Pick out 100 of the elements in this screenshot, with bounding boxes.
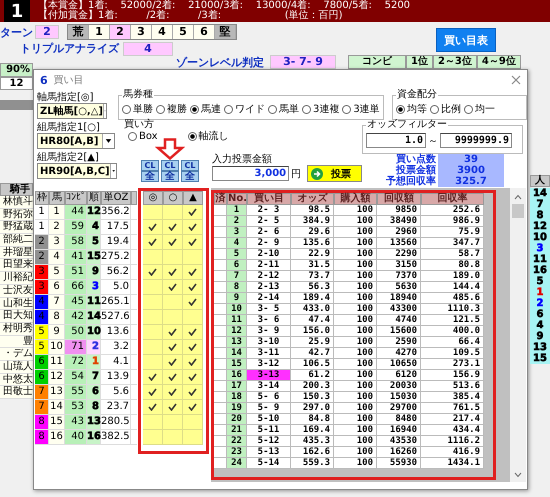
mark-cell[interactable] xyxy=(163,310,183,325)
mark-cell[interactable] xyxy=(183,295,203,310)
pattern-segment[interactable]: 3 xyxy=(131,25,152,39)
mark-cell[interactable] xyxy=(163,295,183,310)
mark-cell[interactable] xyxy=(163,370,183,385)
ticket-type-radio[interactable]: 馬単 xyxy=(268,102,299,116)
mark-cell[interactable] xyxy=(183,325,203,340)
mark-cell[interactable] xyxy=(143,385,163,400)
mark-cell[interactable] xyxy=(143,220,163,235)
scrollbar-thumb[interactable] xyxy=(512,204,524,218)
mark-cell[interactable] xyxy=(183,370,203,385)
mark-cell[interactable] xyxy=(163,415,183,430)
mark-cell[interactable] xyxy=(163,220,183,235)
pattern-segment[interactable]: 堅 xyxy=(215,25,236,39)
select-all-button[interactable]: 全 xyxy=(141,171,159,182)
vote-button[interactable]: 投票 xyxy=(307,165,362,182)
pattern-segment[interactable]: 4 xyxy=(152,25,173,39)
pattern-segment[interactable]: 1 xyxy=(89,25,110,39)
amount-field[interactable]: 3,000 xyxy=(212,166,290,181)
mark-cell[interactable] xyxy=(163,235,183,250)
clear-button[interactable]: CL xyxy=(141,160,159,171)
allocation-radio[interactable]: 均一 xyxy=(464,102,495,116)
mark-cell[interactable] xyxy=(183,310,203,325)
stake-cell: 100 xyxy=(334,249,377,260)
dropdown[interactable]: HR90[A,B,C] xyxy=(37,163,117,179)
clear-button[interactable]: CL xyxy=(181,160,199,171)
pattern-segment[interactable]: 5 xyxy=(173,25,194,39)
ticket-type-radio[interactable]: 複勝 xyxy=(156,102,187,116)
mark-cell[interactable] xyxy=(143,340,163,355)
clear-button[interactable]: CL xyxy=(161,160,179,171)
mark-cell[interactable] xyxy=(143,310,163,325)
mark-cell[interactable] xyxy=(183,430,203,445)
mark-cell[interactable] xyxy=(183,340,203,355)
mark-cell[interactable] xyxy=(183,280,203,295)
allocation-radio[interactable]: 比例 xyxy=(430,102,461,116)
stake-cell: 100 xyxy=(334,271,377,282)
mark-cell[interactable] xyxy=(183,265,203,280)
mark-cell[interactable] xyxy=(143,415,163,430)
mark-cell[interactable] xyxy=(143,400,163,415)
number-cell: 10 xyxy=(227,304,247,315)
combination-cell: 2-11 xyxy=(247,260,291,271)
mark-cell[interactable] xyxy=(143,295,163,310)
mark-cell[interactable] xyxy=(183,250,203,265)
mark-cell[interactable] xyxy=(143,325,163,340)
mark-cell[interactable] xyxy=(163,430,183,445)
horse-number-cell: 12 xyxy=(49,370,65,385)
pattern-segment[interactable]: 6 xyxy=(194,25,215,39)
mark-cell[interactable] xyxy=(163,355,183,370)
mark-cell[interactable] xyxy=(143,250,163,265)
max-odds-field[interactable]: 9999999.9 xyxy=(440,133,512,148)
scroll-down-icon[interactable] xyxy=(514,472,522,478)
pattern-segment[interactable]: 2 xyxy=(110,25,131,39)
select-all-button[interactable]: 全 xyxy=(181,171,199,182)
combo-header-cell: 1位 xyxy=(406,55,433,69)
ticket-type-radio[interactable]: 3連複 xyxy=(302,102,340,116)
scroll-up-icon[interactable] xyxy=(514,194,522,200)
stake-cell: 100 xyxy=(334,348,377,359)
caret-icon[interactable] xyxy=(110,164,116,178)
mark-cell[interactable] xyxy=(183,235,203,250)
mark-cell[interactable] xyxy=(143,205,163,220)
mark-cell[interactable] xyxy=(163,385,183,400)
allocation-radio[interactable]: 均等 xyxy=(396,102,427,116)
horse-number-cell: 16 xyxy=(49,430,65,445)
mark-cell[interactable] xyxy=(143,280,163,295)
mark-cell[interactable] xyxy=(143,235,163,250)
buy-method-radio[interactable]: Box xyxy=(128,129,158,143)
popularity-cell: 12 xyxy=(530,221,550,232)
mark-cell[interactable] xyxy=(143,430,163,445)
ticket-type-radio[interactable]: ワイド xyxy=(224,102,265,116)
mark-cell[interactable] xyxy=(163,250,183,265)
mark-cell[interactable] xyxy=(183,385,203,400)
min-odds-field[interactable]: 1.0 xyxy=(366,133,426,148)
scrollbar[interactable] xyxy=(510,188,526,482)
mark-cell[interactable] xyxy=(163,325,183,340)
mark-cell[interactable] xyxy=(183,400,203,415)
mark-cell[interactable] xyxy=(143,355,163,370)
ticket-type-radio[interactable]: 馬連 xyxy=(190,102,221,116)
mark-cell[interactable] xyxy=(183,415,203,430)
mark-cell[interactable] xyxy=(143,370,163,385)
pattern-segment[interactable]: 荒 xyxy=(68,25,89,39)
select-all-button[interactable]: 全 xyxy=(161,171,179,182)
ticket-type-radio[interactable]: 3連単 xyxy=(342,102,380,116)
mark-cell[interactable] xyxy=(183,205,203,220)
dropdown[interactable]: HR80[A,B] xyxy=(37,133,115,149)
buy-method-radio[interactable]: 軸流し xyxy=(188,129,229,143)
mark-cell[interactable] xyxy=(143,265,163,280)
mark-cell[interactable] xyxy=(183,220,203,235)
dropdown[interactable]: ZL軸馬[○,△] xyxy=(37,103,107,119)
mark-cell[interactable] xyxy=(183,355,203,370)
caret-icon[interactable] xyxy=(102,134,114,148)
mark-cell[interactable] xyxy=(163,265,183,280)
mark-cell[interactable] xyxy=(163,340,183,355)
mark-cell[interactable] xyxy=(163,400,183,415)
close-icon[interactable] xyxy=(511,75,521,85)
ticket-type-radio[interactable]: 単勝 xyxy=(122,102,153,116)
rank-cell: 4 xyxy=(87,220,101,235)
mark-cell[interactable] xyxy=(163,280,183,295)
compi-cell: 43 xyxy=(65,415,87,430)
buy-table-button[interactable]: 買い目表 xyxy=(436,28,496,52)
mark-cell[interactable] xyxy=(163,205,183,220)
